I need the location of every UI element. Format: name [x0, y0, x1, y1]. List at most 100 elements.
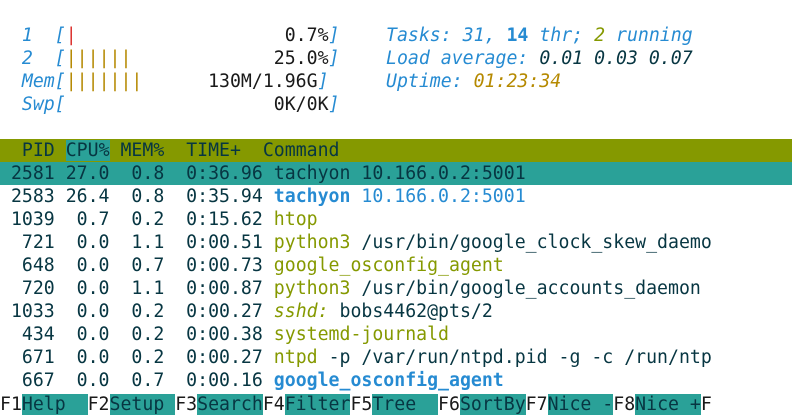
fkey-label[interactable]: Tree [372, 394, 439, 415]
process-row[interactable]: 671 0.0 0.2 0:00.27 ntpd -p /var/run/ntp… [0, 346, 712, 369]
fkey-f[interactable]: F [701, 394, 712, 415]
fkey-f4[interactable]: F4 [263, 394, 285, 415]
cpu2-bar: |||||| [65, 48, 132, 69]
time-cell: 0:00.16 [175, 370, 263, 391]
cpu-cell: 0.0 [65, 347, 110, 368]
process-row[interactable]: 2581 27.0 0.8 0:36.96 tachyon 10.166.0.2… [0, 162, 792, 185]
cpu-cell: 0.0 [65, 278, 110, 299]
fkey-label[interactable]: Nice + [635, 394, 701, 415]
fkey-f6[interactable]: F6 [438, 394, 460, 415]
function-key-bar: F1Help F2Setup F3SearchF4FilterF5Tree F6… [0, 392, 792, 417]
col-cpu[interactable]: CPU% [65, 140, 110, 161]
mem-cell: 0.2 [120, 301, 165, 322]
mem-bar: ||||||| [65, 71, 143, 92]
cpu-cell: 27.0 [65, 163, 110, 184]
col-pid[interactable]: PID [22, 140, 55, 161]
mem-cell: 0.2 [120, 347, 165, 368]
fkey-f7[interactable]: F7 [526, 394, 548, 415]
process-row[interactable]: 1039 0.7 0.2 0:15.62 htop [0, 208, 318, 231]
mem-cell: 0.8 [120, 163, 165, 184]
fkey-f3[interactable]: F3 [175, 394, 197, 415]
command-cell: tachyon [273, 163, 351, 184]
cpu-cell: 0.0 [65, 232, 110, 253]
cpu2-meter: 2 [|||||| 25.0%] [21, 48, 340, 69]
pid-cell: 1033 [0, 301, 55, 322]
command-args: 10.166.0.2:5001 [361, 163, 526, 184]
fkey-f2[interactable]: F2 [88, 394, 110, 415]
load-average: Load average: 0.01 0.03 0.07 [386, 48, 693, 69]
mem-cell: 0.2 [120, 209, 165, 230]
fkey-label[interactable]: Setup [109, 394, 176, 415]
command-cell: ntpd [273, 347, 318, 368]
fkey-label[interactable]: Nice - [547, 394, 614, 415]
tasks-summary: Tasks: 31, 14 thr; 2 running [386, 25, 693, 46]
command-cell: htop [273, 209, 318, 230]
process-row[interactable]: 434 0.0 0.2 0:00.38 systemd-journald [0, 323, 449, 346]
fkey-label[interactable]: Search [197, 394, 263, 415]
command-cell: google_osconfig_agent [273, 255, 504, 276]
time-cell: 0:00.38 [175, 324, 263, 345]
fkey-label[interactable]: Help [21, 394, 88, 415]
fkey-f8[interactable]: F8 [613, 394, 635, 415]
command-args: /usr/bin/google_clock_skew_daemo [361, 232, 712, 253]
cpu-cell: 26.4 [65, 186, 110, 207]
cpu-cell: 0.0 [65, 301, 110, 322]
pid-cell: 434 [0, 324, 55, 345]
pid-cell: 2583 [0, 186, 55, 207]
pid-cell: 721 [0, 232, 55, 253]
swp-value: 0K/0K [273, 94, 329, 115]
pid-cell: 667 [0, 370, 55, 391]
cpu2-value: 25.0% [273, 48, 329, 69]
time-cell: 0:00.73 [175, 255, 263, 276]
process-row[interactable]: 2583 26.4 0.8 0:35.94 tachyon 10.166.0.2… [0, 185, 526, 208]
time-cell: 0:00.27 [175, 347, 263, 368]
cpu1-bar: | [65, 25, 77, 46]
command-cell: python3 [273, 232, 351, 253]
fkey-f5[interactable]: F5 [350, 394, 372, 415]
mem-cell: 0.7 [120, 255, 165, 276]
command-args: /usr/bin/google_accounts_daemon [361, 278, 701, 299]
pid-cell: 671 [0, 347, 55, 368]
time-cell: 0:00.51 [175, 232, 263, 253]
mem-cell: 0.2 [120, 324, 165, 345]
cpu-cell: 0.0 [65, 370, 110, 391]
column-header: PID CPU% MEM% TIME+ Command [0, 139, 792, 162]
cpu-cell: 0.0 [65, 324, 110, 345]
cpu-cell: 0.7 [65, 209, 110, 230]
mem-value: 130M/1.96G [208, 71, 318, 92]
col-time[interactable]: TIME+ [186, 140, 241, 161]
cpu-cell: 0.0 [65, 255, 110, 276]
cpu1-value: 0.7% [284, 25, 329, 46]
mem-cell: 0.7 [120, 370, 165, 391]
fkey-label[interactable]: SortBy [459, 394, 526, 415]
pid-cell: 2581 [0, 163, 55, 184]
mem-meter: Mem[||||||| 130M/1.96G] [21, 71, 329, 92]
process-row[interactable]: 720 0.0 1.1 0:00.87 python3 /usr/bin/goo… [0, 277, 701, 300]
process-row[interactable]: 667 0.0 0.7 0:00.16 google_osconfig_agen… [0, 369, 504, 392]
command-args: bobs4462@pts/2 [339, 301, 493, 322]
command-cell: tachyon [273, 186, 351, 207]
time-cell: 0:35.94 [175, 186, 263, 207]
command-cell: sshd: [273, 301, 329, 322]
pid-cell: 648 [0, 255, 55, 276]
command-cell: python3 [273, 278, 351, 299]
fkey-label[interactable]: Filter [284, 394, 351, 415]
pid-cell: 720 [0, 278, 55, 299]
process-row[interactable]: 648 0.0 0.7 0:00.73 google_osconfig_agen… [0, 254, 504, 277]
process-row[interactable]: 1033 0.0 0.2 0:00.27 sshd: bobs4462@pts/… [0, 300, 493, 323]
command-cell: google_osconfig_agent [273, 370, 504, 391]
fkey-f1[interactable]: F1 [0, 394, 22, 415]
time-cell: 0:15.62 [175, 209, 263, 230]
command-args: -p /var/run/ntpd.pid -g -c /run/ntp [328, 347, 712, 368]
process-row[interactable]: 721 0.0 1.1 0:00.51 python3 /usr/bin/goo… [0, 231, 712, 254]
mem-cell: 1.1 [120, 232, 165, 253]
col-mem[interactable]: MEM% [120, 140, 164, 161]
uptime: Uptime: 01:23:34 [386, 71, 562, 92]
time-cell: 0:36.96 [175, 163, 263, 184]
command-cell: systemd-journald [273, 324, 449, 345]
mem-cell: 1.1 [120, 278, 165, 299]
swp-meter: Swp[ 0K/0K] [21, 94, 340, 115]
cpu1-meter: 1 [| 0.7%] [21, 25, 340, 46]
time-cell: 0:00.87 [175, 278, 263, 299]
col-command[interactable]: Command [263, 140, 340, 161]
